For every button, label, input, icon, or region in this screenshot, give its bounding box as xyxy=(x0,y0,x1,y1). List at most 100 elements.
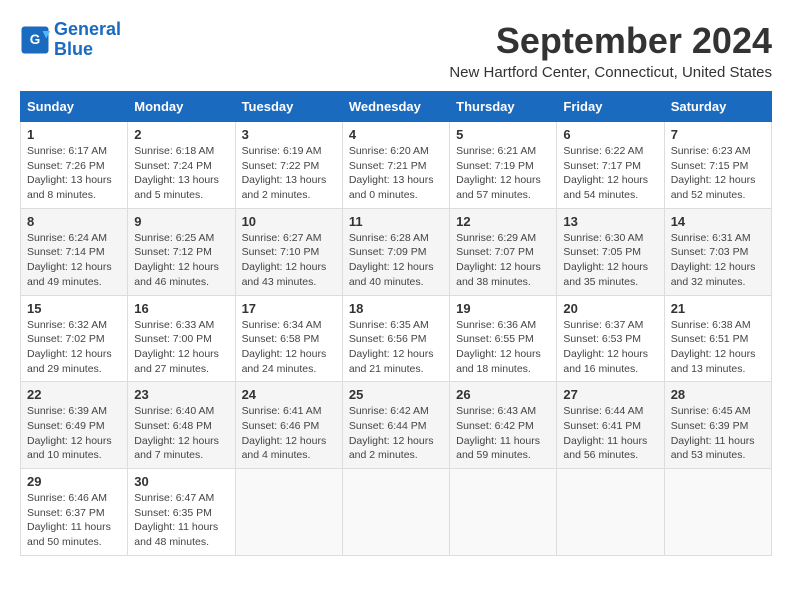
day-number: 22 xyxy=(27,387,121,402)
day-number: 5 xyxy=(456,127,550,142)
day-number: 15 xyxy=(27,301,121,316)
day-info: Sunrise: 6:28 AM Sunset: 7:09 PM Dayligh… xyxy=(349,231,443,290)
day-number: 28 xyxy=(671,387,765,402)
calendar-cell: 27 Sunrise: 6:44 AM Sunset: 6:41 PM Dayli… xyxy=(557,382,664,469)
day-info: Sunrise: 6:34 AM Sunset: 6:58 PM Dayligh… xyxy=(242,318,336,377)
day-number: 4 xyxy=(349,127,443,142)
calendar-cell: 24 Sunrise: 6:41 AM Sunset: 6:46 PM Dayli… xyxy=(235,382,342,469)
calendar-week-row: 29Sunrise: 6:46 AM Sunset: 6:37 PM Dayli… xyxy=(21,469,772,556)
calendar-cell: 19 Sunrise: 6:36 AM Sunset: 6:55 PM Dayli… xyxy=(450,295,557,382)
calendar-cell: 22 Sunrise: 6:39 AM Sunset: 6:49 PM Dayli… xyxy=(21,382,128,469)
day-info: Sunrise: 6:17 AM Sunset: 7:26 PM Dayligh… xyxy=(27,144,121,203)
logo: G General Blue xyxy=(20,20,121,60)
calendar-cell: 1 Sunrise: 6:17 AM Sunset: 7:26 PM Daylig… xyxy=(21,122,128,209)
calendar-cell xyxy=(235,469,342,556)
day-number: 7 xyxy=(671,127,765,142)
day-number: 27 xyxy=(563,387,657,402)
day-info: Sunrise: 6:47 AM Sunset: 6:35 PM Dayligh… xyxy=(134,491,228,550)
day-info: Sunrise: 6:37 AM Sunset: 6:53 PM Dayligh… xyxy=(563,318,657,377)
day-info: Sunrise: 6:27 AM Sunset: 7:10 PM Dayligh… xyxy=(242,231,336,290)
calendar-cell: 9 Sunrise: 6:25 AM Sunset: 7:12 PM Daylig… xyxy=(128,208,235,295)
svg-text:G: G xyxy=(30,32,41,47)
calendar-cell: 28 Sunrise: 6:45 AM Sunset: 6:39 PM Dayli… xyxy=(664,382,771,469)
day-info: Sunrise: 6:43 AM Sunset: 6:42 PM Dayligh… xyxy=(456,404,550,463)
day-info: Sunrise: 6:25 AM Sunset: 7:12 PM Dayligh… xyxy=(134,231,228,290)
day-number: 23 xyxy=(134,387,228,402)
calendar-cell: 26 Sunrise: 6:43 AM Sunset: 6:42 PM Dayli… xyxy=(450,382,557,469)
day-number: 19 xyxy=(456,301,550,316)
day-info: Sunrise: 6:44 AM Sunset: 6:41 PM Dayligh… xyxy=(563,404,657,463)
day-info: Sunrise: 6:38 AM Sunset: 6:51 PM Dayligh… xyxy=(671,318,765,377)
calendar-cell: 18Sunrise: 6:35 AM Sunset: 6:56 PM Dayli… xyxy=(342,295,449,382)
day-info: Sunrise: 6:39 AM Sunset: 6:49 PM Dayligh… xyxy=(27,404,121,463)
day-info: Sunrise: 6:21 AM Sunset: 7:19 PM Dayligh… xyxy=(456,144,550,203)
day-number: 3 xyxy=(242,127,336,142)
calendar-cell: 21 Sunrise: 6:38 AM Sunset: 6:51 PM Dayli… xyxy=(664,295,771,382)
day-info: Sunrise: 6:32 AM Sunset: 7:02 PM Dayligh… xyxy=(27,318,121,377)
day-info: Sunrise: 6:46 AM Sunset: 6:37 PM Dayligh… xyxy=(27,491,121,550)
month-title: September 2024 xyxy=(449,20,772,62)
day-info: Sunrise: 6:36 AM Sunset: 6:55 PM Dayligh… xyxy=(456,318,550,377)
day-number: 30 xyxy=(134,474,228,489)
calendar-cell: 23 Sunrise: 6:40 AM Sunset: 6:48 PM Dayli… xyxy=(128,382,235,469)
day-info: Sunrise: 6:45 AM Sunset: 6:39 PM Dayligh… xyxy=(671,404,765,463)
calendar-cell: 5 Sunrise: 6:21 AM Sunset: 7:19 PM Daylig… xyxy=(450,122,557,209)
day-number: 2 xyxy=(134,127,228,142)
day-info: Sunrise: 6:42 AM Sunset: 6:44 PM Dayligh… xyxy=(349,404,443,463)
title-block: September 2024 New Hartford Center, Conn… xyxy=(449,20,772,81)
day-number: 11 xyxy=(349,214,443,229)
calendar-cell: 20Sunrise: 6:37 AM Sunset: 6:53 PM Dayli… xyxy=(557,295,664,382)
calendar-cell xyxy=(557,469,664,556)
calendar-table: SundayMondayTuesdayWednesdayThursdayFrid… xyxy=(20,91,772,556)
day-header: Monday xyxy=(128,92,235,122)
calendar-cell: 11 Sunrise: 6:28 AM Sunset: 7:09 PM Dayli… xyxy=(342,208,449,295)
calendar-cell: 10 Sunrise: 6:27 AM Sunset: 7:10 PM Dayli… xyxy=(235,208,342,295)
calendar-cell: 29Sunrise: 6:46 AM Sunset: 6:37 PM Dayli… xyxy=(21,469,128,556)
day-info: Sunrise: 6:20 AM Sunset: 7:21 PM Dayligh… xyxy=(349,144,443,203)
day-info: Sunrise: 6:30 AM Sunset: 7:05 PM Dayligh… xyxy=(563,231,657,290)
calendar-week-row: 8Sunrise: 6:24 AM Sunset: 7:14 PM Daylig… xyxy=(21,208,772,295)
calendar-cell: 3Sunrise: 6:19 AM Sunset: 7:22 PM Daylig… xyxy=(235,122,342,209)
calendar-week-row: 22 Sunrise: 6:39 AM Sunset: 6:49 PM Dayli… xyxy=(21,382,772,469)
day-info: Sunrise: 6:35 AM Sunset: 6:56 PM Dayligh… xyxy=(349,318,443,377)
day-header: Thursday xyxy=(450,92,557,122)
day-number: 13 xyxy=(563,214,657,229)
day-number: 26 xyxy=(456,387,550,402)
calendar-cell xyxy=(664,469,771,556)
calendar-cell: 6Sunrise: 6:22 AM Sunset: 7:17 PM Daylig… xyxy=(557,122,664,209)
day-number: 24 xyxy=(242,387,336,402)
day-info: Sunrise: 6:40 AM Sunset: 6:48 PM Dayligh… xyxy=(134,404,228,463)
calendar-cell: 12Sunrise: 6:29 AM Sunset: 7:07 PM Dayli… xyxy=(450,208,557,295)
calendar-cell: 25 Sunrise: 6:42 AM Sunset: 6:44 PM Dayli… xyxy=(342,382,449,469)
calendar-cell: 14 Sunrise: 6:31 AM Sunset: 7:03 PM Dayli… xyxy=(664,208,771,295)
day-info: Sunrise: 6:41 AM Sunset: 6:46 PM Dayligh… xyxy=(242,404,336,463)
calendar-cell: 17 Sunrise: 6:34 AM Sunset: 6:58 PM Dayli… xyxy=(235,295,342,382)
calendar-cell xyxy=(450,469,557,556)
day-header: Friday xyxy=(557,92,664,122)
day-info: Sunrise: 6:31 AM Sunset: 7:03 PM Dayligh… xyxy=(671,231,765,290)
day-info: Sunrise: 6:33 AM Sunset: 7:00 PM Dayligh… xyxy=(134,318,228,377)
calendar-cell: 15 Sunrise: 6:32 AM Sunset: 7:02 PM Dayli… xyxy=(21,295,128,382)
calendar-cell: 2 Sunrise: 6:18 AM Sunset: 7:24 PM Daylig… xyxy=(128,122,235,209)
day-info: Sunrise: 6:18 AM Sunset: 7:24 PM Dayligh… xyxy=(134,144,228,203)
calendar-cell: 16 Sunrise: 6:33 AM Sunset: 7:00 PM Dayli… xyxy=(128,295,235,382)
calendar-week-row: 1 Sunrise: 6:17 AM Sunset: 7:26 PM Daylig… xyxy=(21,122,772,209)
days-header-row: SundayMondayTuesdayWednesdayThursdayFrid… xyxy=(21,92,772,122)
day-info: Sunrise: 6:24 AM Sunset: 7:14 PM Dayligh… xyxy=(27,231,121,290)
calendar-cell: 13 Sunrise: 6:30 AM Sunset: 7:05 PM Dayli… xyxy=(557,208,664,295)
day-number: 21 xyxy=(671,301,765,316)
day-number: 12 xyxy=(456,214,550,229)
day-number: 25 xyxy=(349,387,443,402)
day-number: 14 xyxy=(671,214,765,229)
day-number: 10 xyxy=(242,214,336,229)
day-header: Wednesday xyxy=(342,92,449,122)
day-info: Sunrise: 6:23 AM Sunset: 7:15 PM Dayligh… xyxy=(671,144,765,203)
day-number: 1 xyxy=(27,127,121,142)
day-number: 9 xyxy=(134,214,228,229)
calendar-cell: 30 Sunrise: 6:47 AM Sunset: 6:35 PM Dayli… xyxy=(128,469,235,556)
location-title: New Hartford Center, Connecticut, United… xyxy=(449,64,772,81)
day-number: 6 xyxy=(563,127,657,142)
calendar-cell xyxy=(342,469,449,556)
day-number: 17 xyxy=(242,301,336,316)
day-number: 16 xyxy=(134,301,228,316)
